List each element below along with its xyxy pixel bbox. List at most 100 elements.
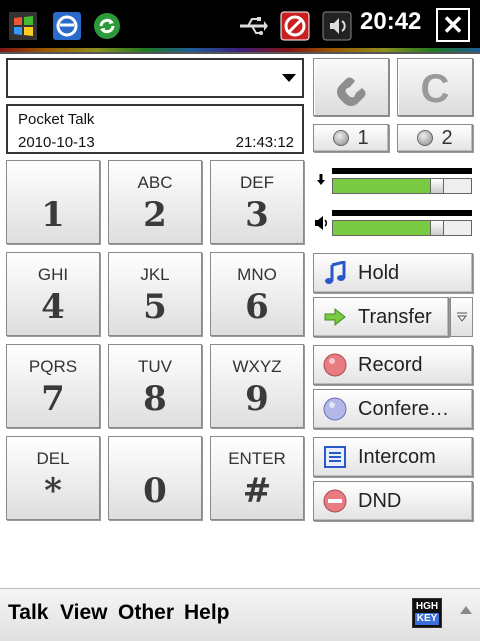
key-letters: ENTER [228,449,286,468]
clear-button[interactable]: C [397,58,473,116]
keypad-key-2[interactable]: ABC 2 [108,160,202,244]
menu-other[interactable]: Other [118,601,174,625]
key-letters: PQRS [28,357,78,376]
do-not-disturb-icon [322,488,348,514]
key-digit: 8 [143,379,167,419]
key-letters: ABC [137,173,173,192]
key-digit: 3 [245,195,269,235]
line-1-button[interactable]: 1 [313,124,389,152]
key-letters: DEF [240,173,274,192]
menu-help[interactable]: Help [184,601,230,625]
line-1-label: 1 [357,126,369,149]
info-date: 2010-10-13 [18,134,95,151]
menu-talk[interactable]: Talk [8,601,48,625]
speaker-icon [315,216,328,230]
chevron-up-icon[interactable] [460,606,472,614]
conference-button[interactable]: Confere… [313,389,473,429]
key-letters: DEL [36,449,70,468]
call-info-panel: Pocket Talk 2010-10-13 21:43:12 [6,104,304,154]
keypad-key-10[interactable]: DEL * [6,436,100,520]
menu-view[interactable]: View [60,601,107,625]
key-digit: 2 [143,195,167,235]
key-digit: 9 [245,379,269,419]
speaker-volume-slider[interactable] [314,210,474,238]
arrow-right-icon [322,304,348,330]
conference-label: Confere… [358,397,450,420]
key-letters: WXYZ [232,357,282,376]
transfer-button[interactable]: Transfer [313,297,449,337]
keypad-key-7[interactable]: PQRS 7 [6,344,100,428]
key-digit: # [242,471,272,511]
line-2-label: 2 [441,126,453,149]
app-name: Pocket Talk [18,111,95,128]
mic-icon [317,174,325,185]
keypad-key-1[interactable]: 1 [6,160,100,244]
status-bar: 20:42 ✕ [0,0,480,54]
mic-volume-fill [333,179,433,193]
dnd-label: DND [358,489,402,512]
status-divider [0,48,480,52]
keypad-key-8[interactable]: TUV 8 [108,344,202,428]
dropdown-arrow-icon [456,312,467,322]
conference-icon [322,396,348,422]
no-signal-icon[interactable] [278,9,312,43]
record-label: Record [358,353,423,376]
key-digit: 7 [41,379,65,419]
transfer-options-button[interactable] [450,297,473,337]
record-button[interactable]: Record [313,345,473,385]
intercom-button[interactable]: Intercom [313,437,473,477]
keypad-key-6[interactable]: MNO 6 [210,252,304,336]
line-2-led-icon [417,130,434,146]
clear-label: C [420,67,450,111]
key-digit: 5 [143,287,167,327]
intercom-icon [322,444,348,470]
speaker-volume-fill [333,221,433,235]
usb-icon[interactable] [236,9,270,43]
keypad-key-3[interactable]: DEF 3 [210,160,304,244]
mic-track [332,168,472,174]
menu-bar: Talk View Other Help [0,588,480,641]
speaker-volume-bar[interactable] [332,220,472,236]
volume-icon[interactable] [320,9,354,43]
record-icon [322,352,348,378]
browser-icon[interactable] [50,9,84,43]
key-letters: JKL [140,265,170,284]
sip-bottom-label: KEY [414,613,440,625]
start-icon[interactable] [6,9,40,43]
speaker-track [332,210,472,216]
key-digit: 4 [41,287,65,327]
key-digit: 1 [41,195,65,235]
speaker-volume-thumb[interactable] [430,220,444,236]
close-button[interactable]: ✕ [436,8,470,42]
input-panel-icon[interactable]: HGH KEY [412,598,442,628]
call-button[interactable] [313,58,389,116]
key-digit: 0 [143,471,167,511]
info-time: 21:43:12 [235,134,294,151]
number-combo[interactable] [6,58,304,98]
hold-button[interactable]: Hold [313,253,473,293]
keypad-key-12[interactable]: ENTER # [210,436,304,520]
keypad-key-5[interactable]: JKL 5 [108,252,202,336]
music-note-icon [322,260,348,286]
sip-top-label: HGH [415,601,439,612]
status-clock[interactable]: 20:42 [360,8,421,36]
line-2-button[interactable]: 2 [397,124,473,152]
chevron-down-icon[interactable] [282,74,296,82]
key-letters: GHI [37,265,69,284]
mic-volume-thumb[interactable] [430,178,444,194]
key-letters: TUV [138,357,172,376]
key-digit: 6 [245,287,269,327]
mic-volume-bar[interactable] [332,178,472,194]
dnd-button[interactable]: DND [313,481,473,521]
keypad-key-4[interactable]: GHI 4 [6,252,100,336]
handset-icon [337,77,366,106]
hold-label: Hold [358,261,400,284]
key-letters: MNO [237,265,277,284]
sync-icon[interactable] [90,9,124,43]
keypad-key-11[interactable]: 0 [108,436,202,520]
keypad-key-9[interactable]: WXYZ 9 [210,344,304,428]
mic-volume-slider[interactable] [314,168,474,196]
intercom-label: Intercom [358,445,436,468]
line-1-led-icon [333,130,350,146]
key-digit: * [44,471,62,511]
